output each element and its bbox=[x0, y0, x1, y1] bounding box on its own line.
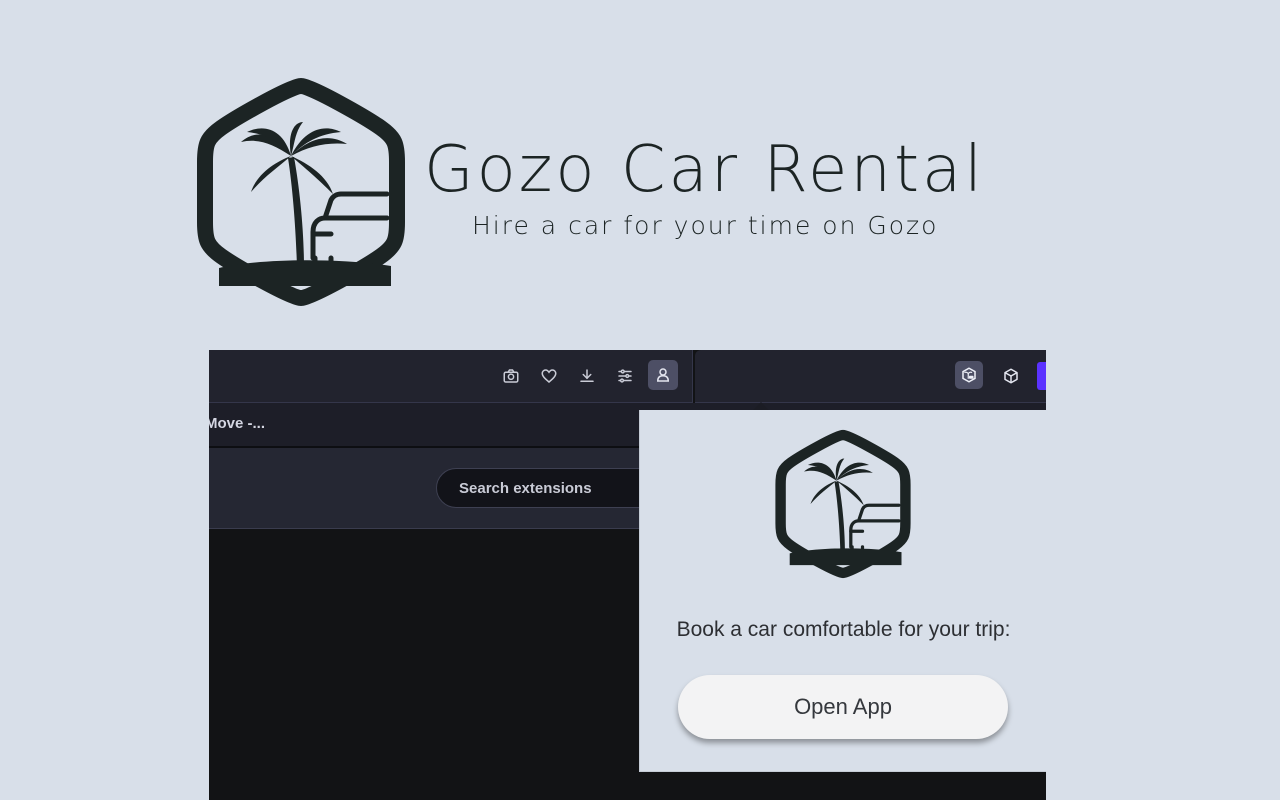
heart-icon[interactable] bbox=[537, 364, 561, 388]
gozo-extension-icon[interactable] bbox=[955, 361, 983, 389]
tab-label[interactable]: Move -... bbox=[209, 415, 265, 432]
open-app-button[interactable]: Open App bbox=[678, 675, 1008, 739]
browser-toolbar bbox=[209, 350, 693, 403]
download-icon[interactable] bbox=[575, 364, 599, 388]
popup-pointer bbox=[753, 402, 769, 410]
cube-icon[interactable] bbox=[999, 364, 1023, 388]
gozo-logo-icon bbox=[190, 72, 412, 312]
profile-icon[interactable] bbox=[648, 360, 678, 390]
popup-prompt: Book a car comfortable for your trip: bbox=[676, 618, 1011, 641]
search-placeholder: Search extensions bbox=[459, 480, 592, 497]
brand-title: Gozo Car Rental bbox=[424, 133, 986, 207]
extension-popup: Book a car comfortable for your trip: Op… bbox=[639, 410, 1046, 772]
popup-logo-icon bbox=[771, 426, 915, 582]
accent-strip bbox=[1037, 362, 1046, 390]
brand-tagline: Hire a car for your time on Gozo bbox=[472, 211, 939, 240]
camera-icon[interactable] bbox=[499, 364, 523, 388]
extensions-toolbar bbox=[695, 350, 1046, 403]
sliders-icon[interactable] bbox=[613, 364, 637, 388]
